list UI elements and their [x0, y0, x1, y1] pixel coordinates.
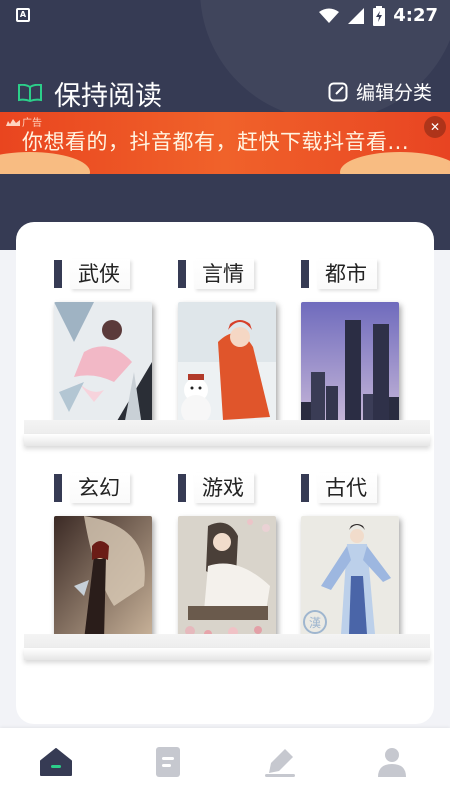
city-cover-art — [301, 302, 399, 426]
category-label: 都市 — [301, 258, 377, 290]
category-fantasy[interactable]: 玄幻 — [54, 472, 174, 647]
shelf-board-1 — [24, 420, 430, 446]
fantasy-cover-art — [54, 516, 152, 640]
category-marker — [54, 260, 62, 288]
ad-logo-icon — [6, 118, 20, 126]
shelf-top — [24, 420, 430, 434]
category-marker — [54, 474, 62, 502]
nav-write[interactable] — [262, 744, 298, 780]
category-ancient[interactable]: 古代 漢 — [301, 472, 421, 647]
status-time: 4:27 — [393, 5, 438, 26]
nav-profile[interactable] — [374, 744, 410, 780]
game-cover[interactable] — [178, 516, 276, 640]
category-name: 游戏 — [194, 473, 254, 503]
ancient-cover[interactable]: 漢 — [301, 516, 399, 640]
category-marker — [178, 474, 186, 502]
ancient-cover-art: 漢 — [301, 516, 399, 640]
category-city[interactable]: 都市 — [301, 258, 421, 433]
shelf-top — [24, 634, 430, 648]
romance-cover[interactable] — [178, 302, 276, 426]
category-name: 武侠 — [70, 259, 130, 289]
book-open-icon — [18, 84, 42, 102]
bottom-nav — [0, 728, 450, 800]
category-marker — [301, 474, 309, 502]
category-name: 都市 — [317, 259, 377, 289]
category-label: 古代 — [301, 472, 377, 504]
edit-category-button[interactable]: 编辑分类 — [328, 78, 432, 105]
close-icon[interactable]: ✕ — [424, 116, 446, 138]
edit-icon — [328, 82, 348, 101]
document-icon — [156, 747, 180, 777]
category-name: 言情 — [194, 259, 254, 289]
edit-category-label: 编辑分类 — [355, 82, 432, 104]
nav-bookshelf[interactable] — [150, 744, 186, 780]
category-label: 武侠 — [54, 258, 130, 290]
nav-home[interactable] — [38, 744, 74, 780]
category-label: 言情 — [178, 258, 254, 290]
category-wuxia[interactable]: 武侠 — [54, 258, 174, 433]
ad-banner[interactable]: 广告 你想看的，抖音都有，赶快下载抖音看... ✕ — [0, 112, 450, 174]
wuxia-cover-art — [54, 302, 152, 426]
shelf-board-2 — [24, 634, 430, 660]
shelf-front — [24, 434, 430, 446]
fantasy-cover[interactable] — [54, 516, 152, 640]
page-title: 保持阅读 — [54, 81, 162, 112]
category-name: 玄幻 — [70, 473, 130, 503]
category-name: 古代 — [317, 473, 377, 503]
ad-text: 你想看的，抖音都有，赶快下载抖音看... — [22, 130, 410, 154]
category-game[interactable]: 游戏 — [178, 472, 298, 647]
status-bar: A 4:27 — [0, 0, 450, 32]
game-cover-art — [178, 516, 276, 640]
user-icon — [378, 748, 406, 777]
svg-text:漢: 漢 — [309, 616, 321, 630]
category-marker — [301, 260, 309, 288]
category-marker — [178, 260, 186, 288]
category-romance[interactable]: 言情 — [178, 258, 298, 433]
city-cover[interactable] — [301, 302, 399, 426]
wuxia-cover[interactable] — [54, 302, 152, 426]
wifi-icon — [319, 8, 340, 23]
shelf-front — [24, 648, 430, 660]
pen-icon — [265, 749, 295, 777]
home-icon — [40, 748, 72, 776]
romance-cover-art — [178, 302, 276, 426]
battery-icon — [373, 5, 386, 26]
title-row: 保持阅读 编辑分类 — [18, 74, 438, 114]
category-label: 玄幻 — [54, 472, 130, 504]
app-notification-icon: A — [16, 8, 30, 22]
category-label: 游戏 — [178, 472, 254, 504]
signal-icon — [348, 7, 365, 24]
